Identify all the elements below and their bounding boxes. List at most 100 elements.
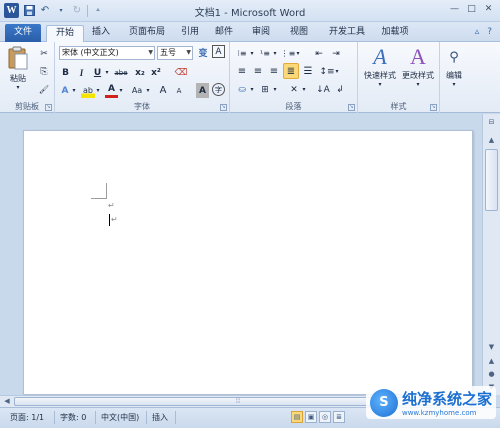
tab-page-layout[interactable]: 页面布局 bbox=[123, 25, 171, 42]
shading-dropdown-icon[interactable]: ▾ bbox=[249, 82, 255, 97]
vertical-scroll-thumb[interactable] bbox=[485, 149, 498, 211]
font-size-combo[interactable]: 五号 ▼ bbox=[157, 46, 193, 60]
tab-home[interactable]: 开始 bbox=[46, 25, 84, 42]
highlight-button[interactable]: ab bbox=[81, 83, 95, 98]
status-divider bbox=[95, 411, 96, 424]
scroll-left-arrow-icon[interactable]: ◀ bbox=[1, 396, 13, 407]
sort-icon[interactable]: ↓A bbox=[316, 82, 330, 97]
align-right-icon[interactable]: ≡ bbox=[267, 64, 281, 79]
status-language[interactable]: 中文(中国) bbox=[101, 412, 139, 423]
format-painter-icon[interactable]: 🖌 bbox=[38, 82, 50, 97]
text-effects-button[interactable]: A bbox=[59, 83, 71, 98]
align-left-icon[interactable]: ≡ bbox=[235, 64, 249, 79]
subscript-button[interactable]: x₂ bbox=[133, 65, 147, 80]
bold-button[interactable]: B bbox=[59, 65, 72, 80]
bullets-icon[interactable]: ⁝≡ bbox=[235, 46, 249, 61]
distributed-icon[interactable]: ☰ bbox=[301, 64, 315, 79]
status-insert-mode[interactable]: 插入 bbox=[152, 412, 168, 423]
chevron-down-icon: ▼ bbox=[186, 49, 191, 56]
underline-dropdown-icon[interactable]: ▾ bbox=[104, 65, 110, 80]
editing-dropdown-icon[interactable]: ▾ bbox=[452, 81, 455, 88]
align-center-icon[interactable]: ≡ bbox=[251, 64, 265, 79]
ruler-toggle-icon[interactable]: ⊟ bbox=[485, 116, 498, 128]
show-marks-icon[interactable]: ↲ bbox=[334, 82, 346, 97]
font-launcher-icon[interactable]: ↘ bbox=[220, 104, 227, 111]
tab-addins[interactable]: 加载项 bbox=[377, 25, 413, 42]
borders-icon[interactable]: ⊞ bbox=[258, 82, 272, 97]
help-icon[interactable]: ? bbox=[487, 27, 492, 37]
tab-mailings[interactable]: 邮件 bbox=[210, 25, 238, 42]
line-spacing-dropdown-icon[interactable]: ▾ bbox=[334, 64, 340, 79]
status-page-count[interactable]: 页面: 1/1 bbox=[10, 412, 44, 423]
vertical-scrollbar[interactable]: ⊟ ▲ ▼ ▲ ● ▼ bbox=[482, 114, 500, 395]
numbering-icon[interactable]: ¹≡ bbox=[258, 46, 272, 61]
binoculars-icon: ⚲ bbox=[449, 49, 459, 65]
full-screen-view-icon[interactable]: ▣ bbox=[305, 411, 317, 423]
decrease-indent-icon[interactable]: ⇤ bbox=[312, 46, 326, 61]
quick-styles-button[interactable]: A 快速样式 ▾ bbox=[361, 44, 399, 88]
enclose-char-button[interactable]: 字 bbox=[212, 83, 225, 96]
char-shading-button[interactable]: A bbox=[196, 83, 209, 98]
shading-icon[interactable]: ⛀ bbox=[235, 82, 249, 97]
grow-font-button[interactable]: A bbox=[157, 83, 169, 98]
char-border-icon[interactable]: A bbox=[212, 45, 225, 58]
tab-insert[interactable]: 插入 bbox=[86, 25, 116, 42]
asian-layout-dropdown-icon[interactable]: ▾ bbox=[301, 82, 307, 97]
clear-formatting-icon[interactable]: ⌫ bbox=[174, 65, 188, 80]
previous-page-icon[interactable]: ▲ bbox=[485, 355, 498, 367]
tab-references[interactable]: 引用 bbox=[176, 25, 204, 42]
italic-button[interactable]: I bbox=[75, 65, 88, 80]
cut-icon[interactable]: ✂ bbox=[38, 46, 50, 61]
status-word-count[interactable]: 字数: 0 bbox=[60, 412, 86, 423]
font-color-dropdown-icon[interactable]: ▾ bbox=[118, 83, 124, 98]
outline-view-icon[interactable]: ≣ bbox=[333, 411, 345, 423]
web-layout-view-icon[interactable]: ◎ bbox=[319, 411, 331, 423]
document-page[interactable]: ↵ ↵ bbox=[23, 130, 473, 395]
tab-file[interactable]: 文件 bbox=[5, 24, 41, 42]
highlight-dropdown-icon[interactable]: ▾ bbox=[95, 83, 101, 98]
styles-launcher-icon[interactable]: ↘ bbox=[430, 104, 437, 111]
change-case-dropdown-icon[interactable]: ▾ bbox=[145, 83, 151, 98]
paragraph-launcher-icon[interactable]: ↘ bbox=[348, 104, 355, 111]
quick-styles-dropdown-icon[interactable]: ▾ bbox=[378, 81, 381, 88]
watermark-logo-icon: S bbox=[369, 388, 398, 417]
font-color-button[interactable]: A bbox=[105, 83, 118, 98]
clipboard-launcher-icon[interactable]: ↘ bbox=[45, 104, 52, 111]
scroll-up-arrow-icon[interactable]: ▲ bbox=[485, 134, 498, 146]
close-button[interactable]: ✕ bbox=[483, 4, 494, 15]
multilevel-dropdown-icon[interactable]: ▾ bbox=[295, 46, 301, 61]
minimize-ribbon-icon[interactable]: ▵ bbox=[475, 27, 480, 37]
editing-button[interactable]: ⚲ 编辑 ▾ bbox=[440, 44, 468, 89]
change-styles-dropdown-icon[interactable]: ▾ bbox=[416, 81, 419, 88]
paste-dropdown-icon[interactable]: ▾ bbox=[16, 84, 19, 91]
justify-icon[interactable]: ≣ bbox=[283, 63, 299, 79]
copy-icon[interactable]: ⎘ bbox=[38, 64, 50, 79]
underline-button[interactable]: U bbox=[91, 65, 104, 80]
text-effects-dropdown-icon[interactable]: ▾ bbox=[71, 83, 77, 98]
paste-button[interactable]: 粘贴 ▾ bbox=[6, 45, 30, 91]
browse-object-icon[interactable]: ● bbox=[485, 368, 498, 380]
multilevel-list-icon[interactable]: ⋮≡ bbox=[281, 46, 296, 61]
minimize-button[interactable]: — bbox=[449, 4, 460, 15]
tab-developer[interactable]: 开发工具 bbox=[323, 25, 371, 42]
bullets-dropdown-icon[interactable]: ▾ bbox=[249, 46, 255, 61]
superscript-button[interactable]: x² bbox=[149, 65, 163, 80]
change-case-button[interactable]: Aa bbox=[129, 83, 145, 98]
tab-review[interactable]: 审阅 bbox=[247, 25, 275, 42]
tab-view[interactable]: 视图 bbox=[285, 25, 313, 42]
asian-layout-icon[interactable]: ✕ bbox=[287, 82, 301, 97]
print-layout-view-icon[interactable]: ▤ bbox=[291, 411, 303, 423]
ribbon-help-controls: ▵ ? bbox=[475, 27, 492, 37]
numbering-dropdown-icon[interactable]: ▾ bbox=[272, 46, 278, 61]
font-name-combo[interactable]: 宋体 (中文正文) ▼ bbox=[59, 46, 155, 60]
increase-indent-icon[interactable]: ⇥ bbox=[329, 46, 343, 61]
scroll-down-arrow-icon[interactable]: ▼ bbox=[485, 341, 498, 353]
restore-button[interactable]: □ bbox=[466, 4, 477, 15]
borders-dropdown-icon[interactable]: ▾ bbox=[272, 82, 278, 97]
editing-group: ⚲ 编辑 ▾ bbox=[440, 42, 468, 113]
phonetic-guide-icon[interactable]: 变 bbox=[196, 45, 210, 60]
shrink-font-button[interactable]: A bbox=[173, 83, 185, 98]
change-styles-button[interactable]: A 更改样式 ▾ bbox=[399, 44, 437, 88]
strikethrough-button[interactable]: abe bbox=[113, 65, 129, 80]
line-spacing-icon[interactable]: ↕≡ bbox=[319, 64, 334, 79]
